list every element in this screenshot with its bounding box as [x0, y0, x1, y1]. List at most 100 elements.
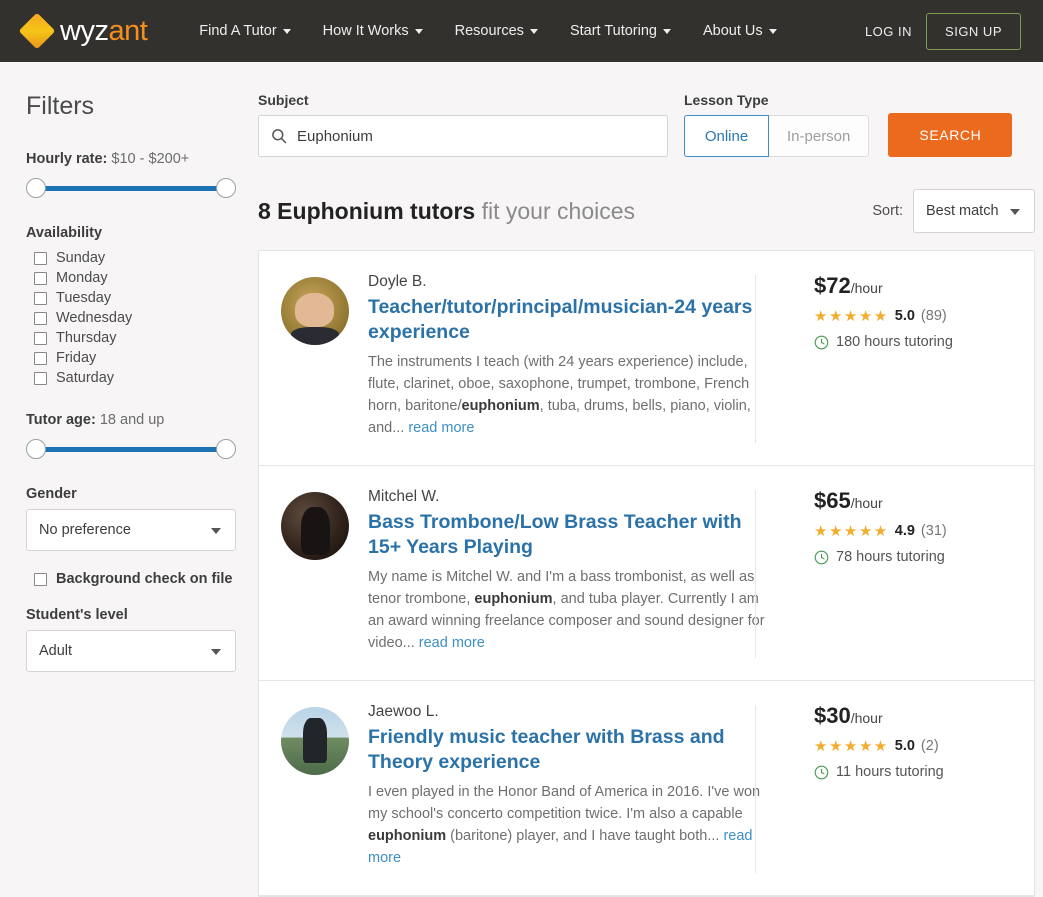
tutor-bio-keyword: euphonium: [461, 397, 540, 414]
tutor-age-slider[interactable]: [26, 438, 236, 460]
logo-text-wyz: wyz: [60, 14, 109, 47]
wyzant-logo[interactable]: wyzant: [18, 12, 148, 50]
hourly-rate-slider-handle-min[interactable]: [26, 178, 46, 198]
nav-item-find-a-tutor[interactable]: Find A Tutor: [183, 15, 306, 47]
tutor-age-slider-handle-max[interactable]: [216, 439, 236, 459]
hourly-rate-value: $10 - $200+: [111, 151, 190, 167]
subject-field-group: Subject Euphonium: [258, 92, 668, 157]
tutor-price: $72/hour: [814, 273, 1010, 299]
checkbox-icon[interactable]: [34, 271, 47, 285]
nav-item-resources[interactable]: Resources: [439, 15, 554, 47]
availability-checkbox-saturday[interactable]: Saturday: [26, 368, 236, 388]
chevron-down-icon: [1010, 209, 1020, 215]
checkbox-icon[interactable]: [34, 331, 47, 345]
tutor-age-label: Tutor age: 18 and up: [26, 412, 236, 428]
search-button[interactable]: SEARCH: [888, 113, 1013, 157]
subject-input-value: Euphonium: [297, 127, 373, 145]
subject-label: Subject: [258, 92, 309, 108]
checkbox-icon[interactable]: [34, 311, 47, 325]
tutor-card[interactable]: Doyle B. Teacher/tutor/principal/musicia…: [259, 251, 1034, 467]
results-header: 8 Euphonium tutors fit your choices Sort…: [258, 189, 1035, 233]
read-more-link[interactable]: read more: [419, 635, 485, 651]
tutor-card[interactable]: Mitchel W. Bass Trombone/Low Brass Teach…: [259, 466, 1034, 682]
availability-checkbox-wednesday[interactable]: Wednesday: [26, 308, 236, 328]
tutor-age-slider-handle-min[interactable]: [26, 439, 46, 459]
tutor-hours: 78 hours tutoring: [814, 549, 1010, 565]
tutor-rating-value: 5.0: [894, 738, 915, 755]
tutor-rating-value: 4.9: [894, 523, 915, 540]
tutor-price-unit: /hour: [850, 280, 883, 296]
availability-checkbox-thursday[interactable]: Thursday: [26, 328, 236, 348]
star-rating-icon: ★★★★★: [814, 523, 889, 541]
nav-label: Find A Tutor: [199, 23, 277, 39]
checkbox-icon[interactable]: [34, 251, 47, 265]
tutor-card-body: Mitchel W. Bass Trombone/Low Brass Teach…: [368, 488, 796, 654]
availability-checkbox-sunday[interactable]: Sunday: [26, 248, 236, 268]
sort-select[interactable]: Best match: [913, 189, 1035, 233]
tutor-headline-link[interactable]: Friendly music teacher with Brass and Th…: [368, 725, 772, 775]
nav-item-how-it-works[interactable]: How It Works: [307, 15, 439, 47]
hourly-rate-slider[interactable]: [26, 177, 236, 199]
read-more-link[interactable]: read more: [408, 420, 474, 436]
sort-label: Sort:: [872, 203, 903, 219]
tutor-avatar-doyle-b[interactable]: [281, 277, 349, 345]
availability-label: Sunday: [56, 250, 106, 266]
tutor-avatar-jaewoo-l[interactable]: [281, 707, 349, 776]
tutor-card[interactable]: Jaewoo L. Friendly music teacher with Br…: [259, 681, 1034, 897]
availability-label: Tuesday: [56, 290, 112, 306]
checkbox-icon[interactable]: [34, 371, 47, 385]
tutor-price: $30/hour: [814, 703, 1010, 729]
checkbox-icon[interactable]: [34, 351, 47, 365]
tutor-rating-count: (31): [920, 523, 947, 540]
student-level-select[interactable]: Adult: [26, 630, 236, 672]
gender-select[interactable]: No preference: [26, 509, 236, 551]
nav-item-about-us[interactable]: About Us: [687, 15, 793, 47]
sign-up-button[interactable]: SIGN UP: [926, 12, 1021, 50]
search-results-main: Subject Euphonium Lesson Type Online In-…: [258, 92, 1043, 897]
lesson-type-online-button[interactable]: Online: [684, 115, 769, 157]
background-check-checkbox[interactable]: Background check on file: [26, 569, 236, 589]
tutor-bio: My name is Mitchel W. and I'm a bass tro…: [368, 566, 772, 654]
tutor-price-unit: /hour: [850, 710, 883, 727]
filters-title: Filters: [26, 92, 95, 120]
results-count-highlight: 8 Euphonium tutors: [258, 197, 476, 224]
log-in-link[interactable]: LOG IN: [851, 16, 926, 47]
chevron-down-icon: [414, 28, 423, 34]
availability-label: Thursday: [56, 330, 117, 346]
tutor-headline-link[interactable]: Teacher/tutor/principal/musician-24 year…: [368, 295, 772, 345]
tutor-bio-after: (baritone) player, and I have taught bot…: [446, 828, 720, 845]
tutor-bio: I even played in the Honor Band of Ameri…: [368, 781, 772, 869]
wyzant-diamond-logo-icon: [18, 12, 56, 50]
tutor-price-amount: $65: [814, 488, 851, 514]
lesson-type-in-person-button[interactable]: In-person: [769, 115, 870, 157]
hourly-rate-slider-handle-max[interactable]: [216, 178, 236, 198]
availability-checkbox-friday[interactable]: Friday: [26, 348, 236, 368]
checkbox-icon[interactable]: [34, 291, 47, 305]
tutor-hours-text: 180 hours tutoring: [836, 334, 953, 350]
card-divider: [755, 275, 756, 444]
lesson-type-toggle: Online In-person: [684, 115, 870, 157]
tutor-avatar-mitchel-w[interactable]: [281, 492, 349, 561]
nav-label: How It Works: [322, 23, 409, 39]
tutor-hours: 180 hours tutoring: [814, 334, 1010, 350]
nav-label: Start Tutoring: [569, 23, 657, 39]
tutor-price-amount: $30: [814, 703, 851, 729]
hourly-rate-label: Hourly rate: $10 - $200+: [26, 151, 236, 167]
chevron-down-icon: [211, 528, 221, 534]
nav-item-start-tutoring[interactable]: Start Tutoring: [554, 15, 687, 47]
checkbox-icon[interactable]: [34, 572, 47, 586]
availability-checkbox-monday[interactable]: Monday: [26, 268, 236, 288]
card-divider: [755, 490, 756, 659]
tutor-rating-count: (89): [920, 308, 947, 324]
hourly-rate-label-text: Hourly rate:: [26, 151, 108, 167]
tutor-card-body: Jaewoo L. Friendly music teacher with Br…: [368, 703, 796, 869]
student-level-selected-value: Adult: [39, 643, 73, 659]
tutor-rating: ★★★★★ 5.0 (2): [814, 737, 1010, 755]
sort-control: Sort: Best match: [872, 189, 1035, 233]
subject-search-input[interactable]: Euphonium: [258, 115, 668, 157]
tutor-headline-link[interactable]: Bass Trombone/Low Brass Teacher with 15+…: [368, 510, 772, 560]
lesson-type-group: Lesson Type Online In-person: [684, 92, 870, 157]
availability-checkbox-tuesday[interactable]: Tuesday: [26, 288, 236, 308]
